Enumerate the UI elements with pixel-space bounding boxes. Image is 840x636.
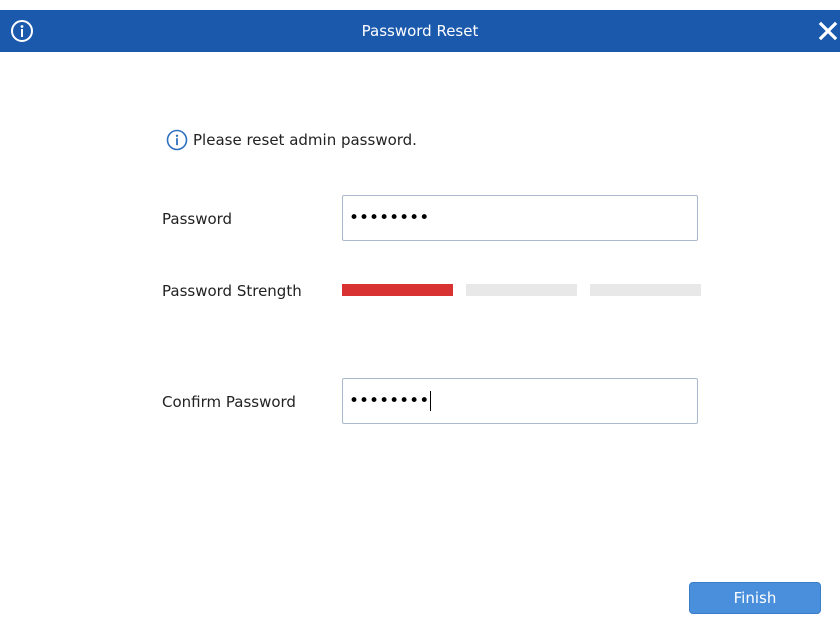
info-icon: [166, 129, 188, 151]
notice: Please reset admin password.: [166, 128, 417, 152]
password-field[interactable]: ••••••••: [342, 195, 698, 241]
confirm-password-label: Confirm Password: [162, 393, 296, 411]
password-strength-label: Password Strength: [162, 282, 302, 300]
title-bar: Password Reset: [0, 10, 840, 52]
dialog-body: [10, 52, 840, 636]
password-label: Password: [162, 210, 233, 228]
notice-text: Please reset admin password.: [193, 131, 417, 149]
finish-button[interactable]: Finish: [689, 582, 821, 614]
text-caret: [430, 391, 432, 411]
confirm-password-field[interactable]: ••••••••: [342, 378, 698, 424]
strength-segment-1: [342, 284, 453, 296]
strength-segment-2: [466, 284, 577, 296]
window-title: Password Reset: [361, 22, 479, 40]
close-icon[interactable]: [816, 19, 840, 43]
confirm-password-value: ••••••••: [349, 391, 430, 411]
strength-segment-3: [590, 284, 701, 296]
password-value: ••••••••: [349, 208, 430, 228]
